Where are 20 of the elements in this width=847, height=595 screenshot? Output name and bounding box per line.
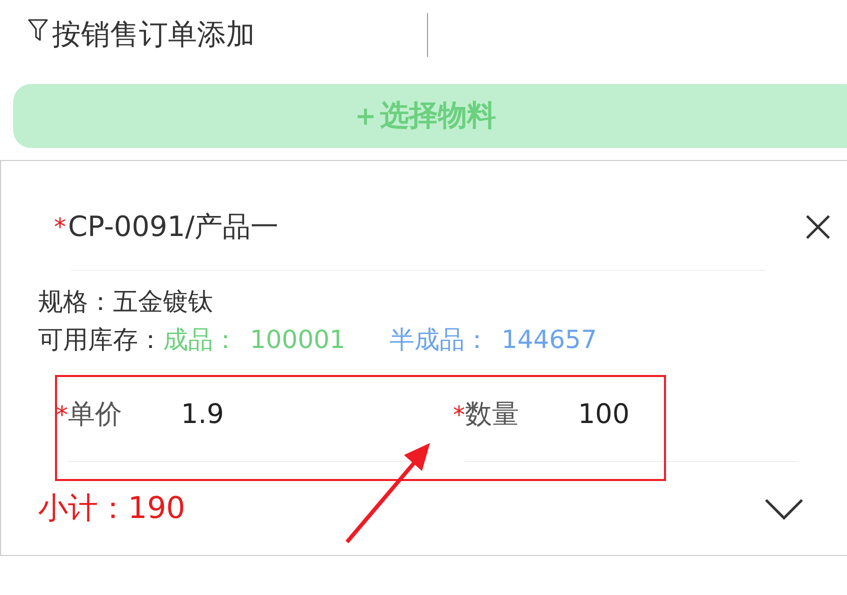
field-label: 数量 — [465, 398, 520, 432]
required-mark: * — [453, 400, 465, 431]
product-name[interactable]: CP-0091/产品一 — [68, 208, 279, 246]
stock-type: 半成品： — [389, 324, 490, 356]
required-mark: * — [56, 400, 68, 431]
stock-label: 可用库存： — [38, 324, 163, 356]
stock-value: 144657 — [501, 324, 597, 356]
field-value: 100 — [578, 398, 630, 432]
field-value: 1.9 — [181, 398, 224, 432]
required-mark: * — [54, 213, 66, 241]
stock-value: 100001 — [250, 324, 346, 356]
stock-type: 成品： — [163, 324, 238, 356]
close-icon[interactable] — [805, 214, 831, 240]
filter-title[interactable]: 按销售订单添加 — [52, 15, 255, 55]
input-field[interactable]: 数量 100 — [465, 395, 798, 462]
spec-text: 规格：五金镀钛 — [37, 286, 214, 318]
chevron-down-icon[interactable] — [764, 498, 804, 520]
filter-icon[interactable] — [28, 19, 48, 41]
field-label: 单价 — [68, 398, 123, 432]
subtotal-text: 小计：190 — [38, 490, 186, 528]
